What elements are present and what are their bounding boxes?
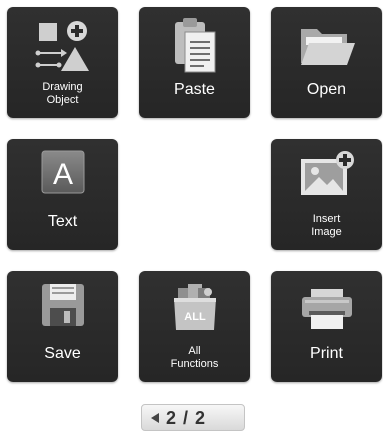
text-a-icon: A: [41, 150, 84, 194]
prev-page-arrow-icon[interactable]: [148, 411, 162, 425]
floppy-disk-icon: [41, 284, 84, 326]
folder-icon: [300, 29, 355, 65]
page-navigator[interactable]: 2 / 2: [141, 404, 245, 431]
clipboard-icon: [174, 18, 215, 73]
print-button[interactable]: Print: [271, 271, 382, 382]
printer-icon: [301, 289, 352, 329]
open-label: Open: [306, 81, 347, 98]
drawing-object-icon: [35, 21, 89, 71]
drawing-object-label: Drawing Object: [42, 80, 83, 107]
paste-label: Paste: [174, 81, 215, 98]
drawing-object-button[interactable]: Drawing Object: [7, 7, 118, 118]
text-button[interactable]: A Text: [7, 139, 118, 250]
open-button[interactable]: Open: [271, 7, 382, 118]
insert-image-icon: [300, 151, 354, 195]
save-button[interactable]: Save: [7, 271, 118, 382]
svg-text:A: A: [52, 158, 72, 191]
text-label: Text: [47, 213, 78, 230]
all-icon-text: ALL: [184, 311, 206, 323]
all-functions-label: All Functions: [170, 344, 219, 371]
all-functions-button[interactable]: ALL All Functions: [139, 271, 250, 382]
page-indicator: 2 / 2: [166, 408, 207, 428]
insert-image-label: Insert Image: [311, 212, 342, 239]
save-label: Save: [44, 345, 81, 362]
all-functions-icon: ALL: [173, 284, 216, 330]
paste-button[interactable]: Paste: [139, 7, 250, 118]
insert-image-button[interactable]: Insert Image: [271, 139, 382, 250]
print-label: Print: [310, 345, 343, 362]
